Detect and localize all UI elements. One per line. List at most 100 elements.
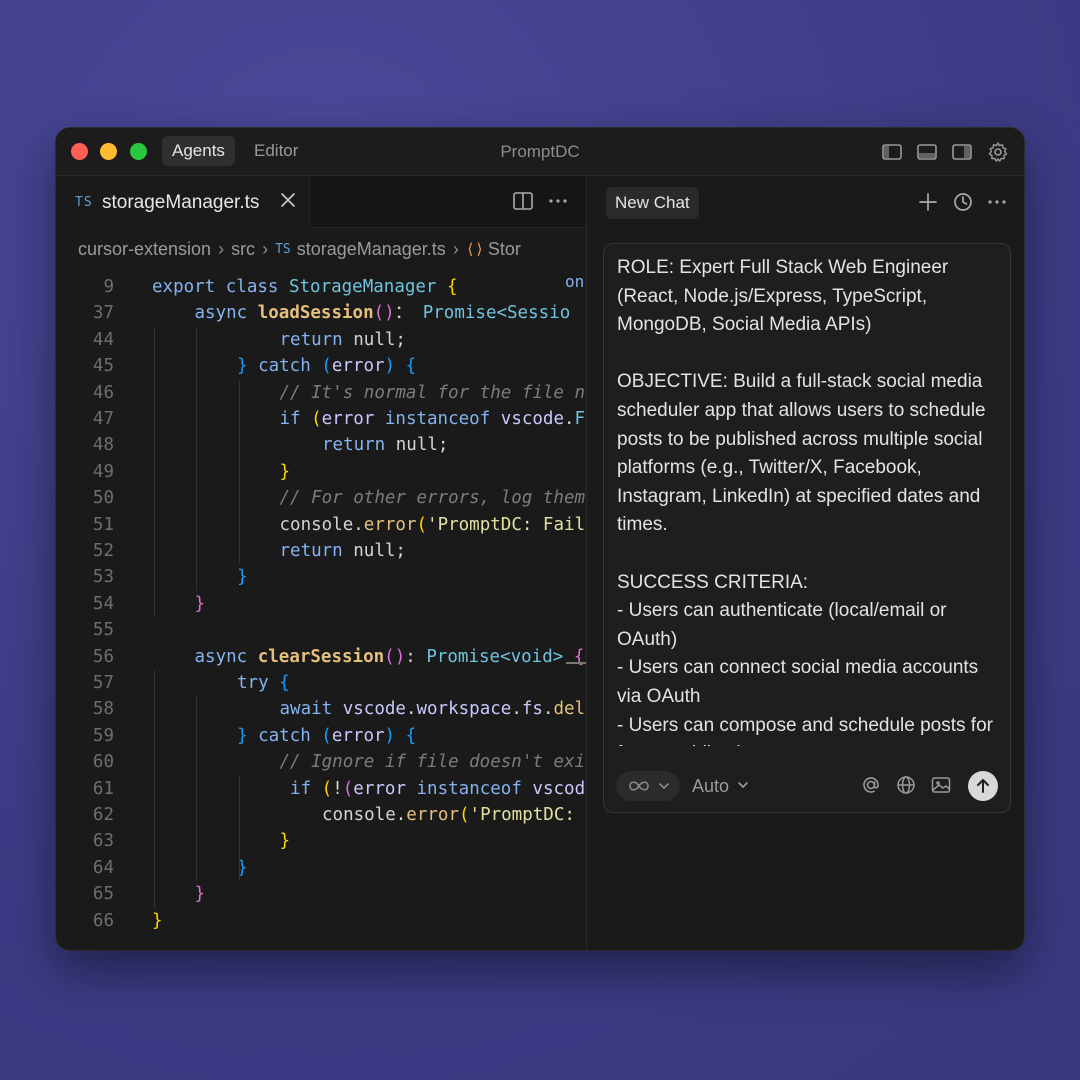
code-line[interactable]: 46 // It's normal for the file n <box>56 380 587 406</box>
code-line[interactable]: 53} <box>56 564 587 590</box>
sidebar-left-icon[interactable] <box>881 141 903 163</box>
chat-input-box[interactable]: ROLE: Expert Full Stack Web Engineer (Re… <box>603 243 1011 813</box>
code-line[interactable]: 49} <box>56 459 587 485</box>
code-text: } <box>152 910 163 931</box>
line-number: 57 <box>92 673 114 693</box>
code-line[interactable]: 65} <box>56 881 587 907</box>
editor-pane: TS storageManager.ts cursor-extension › sr… <box>56 176 587 950</box>
tab-agents[interactable]: Agents <box>162 136 235 166</box>
chat-tab-new[interactable]: New Chat <box>606 187 699 219</box>
code-line[interactable]: 51 console.error('PromptDC: Fail <box>56 512 587 538</box>
code-text: } <box>194 884 206 905</box>
code-text: if (error instanceof vscode.F <box>279 409 586 429</box>
line-number: 52 <box>92 541 114 561</box>
model-selector[interactable]: Auto <box>692 776 729 797</box>
app-window: Agents Editor PromptDC TS storageManager… <box>56 128 1024 950</box>
typescript-file-icon: TS <box>275 241 291 257</box>
split-editor-icon[interactable] <box>512 190 534 212</box>
line-number: 55 <box>92 620 114 641</box>
send-arrow-icon <box>977 779 989 793</box>
code-line[interactable]: 45 } catch (error) { <box>56 353 587 379</box>
minimize-window-button[interactable] <box>100 143 117 160</box>
line-number: 66 <box>92 910 114 931</box>
breadcrumb-item-folder[interactable]: cursor-extension <box>78 239 211 260</box>
line-number: 64 <box>92 857 114 878</box>
globe-icon[interactable] <box>895 774 917 796</box>
code-line[interactable]: 55 <box>56 617 587 643</box>
close-icon[interactable] <box>278 190 298 210</box>
breadcrumb-item-file[interactable]: storageManager.ts <box>297 239 446 260</box>
code-text: console.error('PromptDC: Fail <box>279 514 586 535</box>
code-line[interactable]: 61 if (!(error instanceof vscod <box>56 776 587 802</box>
code-line[interactable]: 52 return null; <box>56 538 587 564</box>
indent-guide <box>238 379 240 565</box>
maximize-window-button[interactable] <box>130 143 147 160</box>
scroll-indicator <box>566 662 586 664</box>
sidebar-right-icon[interactable] <box>951 141 973 163</box>
tab-editor[interactable]: Editor <box>244 136 308 166</box>
code-text: console.error('PromptDC: <box>322 805 575 825</box>
line-number: 56 <box>92 646 114 667</box>
breadcrumb: cursor-extension › src › TS storageManager.ts… <box>78 238 588 262</box>
titlebar: Agents Editor PromptDC <box>56 128 1024 176</box>
typescript-file-icon: TS <box>75 195 93 210</box>
line-number: 59 <box>92 725 114 746</box>
plus-icon[interactable] <box>917 191 939 213</box>
more-icon[interactable] <box>547 190 569 212</box>
at-icon[interactable] <box>860 774 882 796</box>
code-text: return null; <box>279 541 406 561</box>
code-text: } <box>279 461 291 482</box>
line-number: 49 <box>92 461 114 482</box>
panel-bottom-icon[interactable] <box>916 141 938 163</box>
overflow-fragment: on <box>565 272 585 291</box>
code-line[interactable]: 56 async clearSession(): Promise<void> { <box>56 644 587 670</box>
code-line[interactable]: 50 // For other errors, log them <box>56 485 587 511</box>
code-line[interactable]: 57 try { <box>56 670 587 696</box>
code-line[interactable]: 37 async loadSession()： Promise<Sessio <box>56 300 587 326</box>
history-icon[interactable] <box>952 191 974 213</box>
code-line[interactable]: 64} <box>56 855 587 881</box>
code-line[interactable]: 62 console.error('PromptDC: <box>56 802 587 828</box>
code-area[interactable]: 9 export class StorageManager {37 async lo… <box>56 274 587 950</box>
code-line[interactable]: 48 return null; <box>56 432 587 458</box>
code-line[interactable]: 58 await vscode.workspace.fs.del <box>56 696 587 722</box>
line-number: 50 <box>92 488 114 509</box>
gear-icon[interactable] <box>987 141 1009 163</box>
chat-pane: New Chat ROLE: Expert Full Stack Web Eng… <box>587 176 1024 950</box>
code-line[interactable]: 47 if (error instanceof vscode.F <box>56 406 587 432</box>
code-line[interactable]: 59} catch (error) { <box>56 723 587 749</box>
chevron-right-icon: › <box>262 238 269 259</box>
line-number: 48 <box>92 435 114 456</box>
more-icon[interactable] <box>986 191 1008 213</box>
line-number: 9 <box>103 277 114 297</box>
line-number: 46 <box>92 382 114 403</box>
code-line[interactable]: 54} <box>56 591 587 617</box>
code-text: async loadSession()： Promise<Sessio <box>194 303 571 324</box>
code-text: // It's normal for the file n <box>279 382 586 403</box>
chevron-right-icon: › <box>218 238 225 259</box>
code-text: } <box>237 567 248 588</box>
line-number: 58 <box>92 699 114 720</box>
breadcrumb-item-symbol[interactable]: Stor <box>488 239 521 260</box>
code-text: return null; <box>322 435 449 456</box>
line-number: 45 <box>92 356 114 377</box>
editor-tab-bar: TS storageManager.ts <box>56 176 586 228</box>
code-line[interactable]: 63} <box>56 828 587 854</box>
prompt-textarea[interactable]: ROLE: Expert Full Stack Web Engineer (Re… <box>617 254 1007 746</box>
send-button[interactable] <box>968 771 998 801</box>
code-line[interactable]: 60 // Ignore if file doesn't exi <box>56 749 587 775</box>
close-window-button[interactable] <box>71 143 88 160</box>
chevron-down-icon <box>659 783 669 790</box>
indent-guide <box>196 326 197 591</box>
chevron-down-icon[interactable] <box>736 778 750 792</box>
file-tab-storagemanager[interactable]: TS storageManager.ts <box>56 176 310 228</box>
code-text: try { <box>237 673 290 693</box>
code-text: } catch (error) { <box>237 356 417 377</box>
code-line[interactable]: 66} <box>56 908 587 934</box>
image-icon[interactable] <box>930 774 952 796</box>
agent-mode-toggle[interactable] <box>616 771 680 801</box>
code-line[interactable]: 44 return null; <box>56 327 587 353</box>
code-line[interactable]: 9 export class StorageManager { <box>56 274 587 300</box>
breadcrumb-item-src[interactable]: src <box>231 239 255 260</box>
code-text: // For other errors, log them <box>279 488 586 509</box>
